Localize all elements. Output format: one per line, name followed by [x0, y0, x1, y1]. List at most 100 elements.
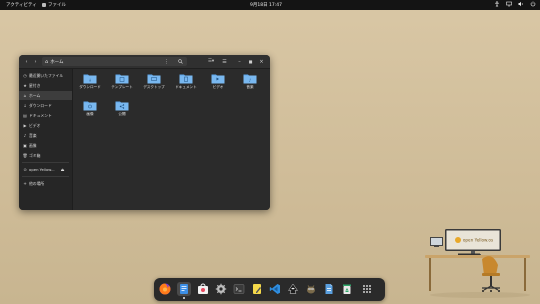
app-menu-icon — [42, 3, 46, 7]
top-bar: アクティビティ ファイル 9月18日 17:47 — [0, 0, 540, 10]
dock-firefox[interactable] — [158, 282, 172, 296]
search-icon — [178, 59, 183, 64]
sidebar-item-videos[interactable]: ▶ ビデオ — [19, 121, 72, 130]
folder-label: ダウンロード — [79, 85, 101, 89]
folder-icon — [147, 74, 161, 84]
sidebar-item-trash[interactable]: 🗑 ゴミ箱 — [19, 151, 72, 160]
folder-label: ドキュメント — [175, 85, 197, 89]
sidebar-item-label: 画像 — [29, 142, 37, 148]
video-icon: ▶ — [23, 123, 27, 128]
terminal-icon — [233, 284, 245, 294]
sidebar-item-starred[interactable]: ★ 星付き — [19, 81, 72, 90]
header-bar: ‹ › ⌂ ホーム ⋮ ☰▾ ☰ – ■ × — [19, 55, 270, 69]
back-button[interactable]: ‹ — [22, 57, 31, 66]
folder-documents[interactable]: ドキュメント — [171, 72, 201, 98]
dock-document-viewer[interactable] — [322, 282, 336, 296]
sidebar-item-label: 星付き — [29, 82, 41, 88]
clock-icon: ◷ — [23, 73, 27, 78]
app-menu-label: ファイル — [48, 3, 66, 8]
sidebar-item-label: ダウンロード — [29, 102, 52, 108]
document-icon: ▤ — [23, 113, 27, 118]
dock-text-editor[interactable] — [250, 282, 264, 296]
folder-icon — [179, 74, 193, 84]
files-icon — [180, 284, 188, 294]
firefox-icon — [159, 283, 171, 295]
accessibility-icon[interactable] — [494, 1, 500, 7]
folder-icon — [115, 74, 129, 84]
sidebar-item-recent[interactable]: ◷ 最近開いたファイル — [19, 71, 72, 80]
system-tray[interactable] — [494, 1, 536, 7]
network-icon[interactable] — [506, 1, 512, 7]
sidebar-item-music[interactable]: ♪ 音楽 — [19, 131, 72, 140]
trash-icon: 🗑 — [22, 153, 28, 158]
folder-icon: ♪ — [243, 74, 257, 84]
activities-button[interactable]: アクティビティ — [6, 2, 37, 8]
plus-icon: + — [23, 181, 27, 186]
eject-icon[interactable]: ⏏ — [61, 167, 65, 172]
dock-terminal[interactable] — [232, 282, 246, 296]
dock-gimp[interactable] — [304, 282, 318, 296]
dock-software-center[interactable] — [196, 282, 210, 296]
svg-text:♪: ♪ — [249, 78, 252, 83]
path-menu-button[interactable]: ⋮ — [162, 57, 171, 66]
main-menu-button[interactable]: ☰ — [220, 57, 229, 66]
svg-text:↓: ↓ — [88, 78, 91, 83]
close-icon: × — [259, 58, 264, 65]
folder-icon — [83, 101, 97, 111]
running-indicator — [183, 297, 185, 299]
kebab-icon: ⋮ — [164, 58, 169, 65]
forward-button[interactable]: › — [31, 57, 40, 66]
sidebar-item-label: ビデオ — [29, 122, 41, 128]
folder-desktop[interactable]: デスクトップ — [139, 72, 169, 98]
folder-public[interactable]: 公開 — [107, 99, 137, 125]
sidebar-divider — [22, 162, 69, 163]
sidebar-divider — [22, 176, 69, 177]
dock-settings[interactable] — [214, 282, 228, 296]
view-options-button[interactable]: ☰▾ — [205, 57, 217, 66]
dock-recycle-bin[interactable] — [340, 282, 354, 296]
chevron-left-icon: ‹ — [25, 58, 28, 65]
folder-pictures[interactable]: 画像 — [75, 99, 105, 125]
sidebar-item-downloads[interactable]: ↓ ダウンロード — [19, 101, 72, 110]
sidebar-item-label: open Yellow... — [29, 167, 55, 172]
sidebar-item-label: ゴミ箱 — [29, 152, 41, 158]
volume-icon[interactable] — [518, 1, 524, 7]
app-grid-icon — [363, 285, 371, 293]
inkscape-icon — [288, 283, 298, 294]
clock[interactable]: 9月18日 17:47 — [250, 2, 282, 8]
files-window: ‹ › ⌂ ホーム ⋮ ☰▾ ☰ – ■ × ◷ 最近開いたファイル ★ 星付き… — [19, 55, 270, 210]
maximize-button[interactable]: ■ — [246, 57, 255, 66]
dock-files[interactable] — [177, 282, 191, 296]
folder-downloads[interactable]: ↓ ダウンロード — [75, 72, 105, 98]
dock-vscode[interactable] — [268, 282, 282, 296]
close-button[interactable]: × — [257, 57, 266, 66]
sidebar-item-label: 他の場所 — [29, 180, 45, 186]
power-icon[interactable] — [530, 1, 536, 7]
folder-label: ビデオ — [212, 85, 224, 89]
star-icon: ★ — [23, 83, 27, 88]
sidebar-item-home[interactable]: ⌂ ホーム — [19, 91, 72, 100]
dock-app-grid[interactable] — [360, 282, 374, 296]
search-button[interactable] — [176, 57, 185, 66]
sidebar-item-drive[interactable]: ⊙ open Yellow... ⏏ — [19, 165, 72, 174]
maximize-icon: ■ — [248, 59, 253, 64]
path-label: ホーム — [50, 59, 64, 65]
dock-inkscape[interactable] — [286, 282, 300, 296]
folder-music[interactable]: ♪ 音楽 — [235, 72, 265, 98]
sidebar-item-label: 最近開いたファイル — [29, 72, 64, 78]
sidebar-item-documents[interactable]: ▤ ドキュメント — [19, 111, 72, 120]
minimize-button[interactable]: – — [235, 57, 244, 66]
folder-templates[interactable]: テンプレート — [107, 72, 137, 98]
app-menu[interactable]: ファイル — [42, 2, 66, 8]
sidebar-item-other-locations[interactable]: + 他の場所 — [19, 179, 72, 188]
folder-videos[interactable]: ビデオ — [203, 72, 233, 98]
home-icon: ⌂ — [45, 58, 49, 65]
folder-icon — [211, 74, 225, 84]
folder-label: 公開 — [118, 112, 126, 116]
dock — [154, 278, 385, 301]
folder-label: テンプレート — [111, 85, 133, 89]
document-viewer-icon — [325, 284, 333, 294]
gear-icon — [215, 283, 227, 295]
sidebar-item-label: ホーム — [29, 92, 41, 98]
sidebar-item-pictures[interactable]: ▣ 画像 — [19, 141, 72, 150]
